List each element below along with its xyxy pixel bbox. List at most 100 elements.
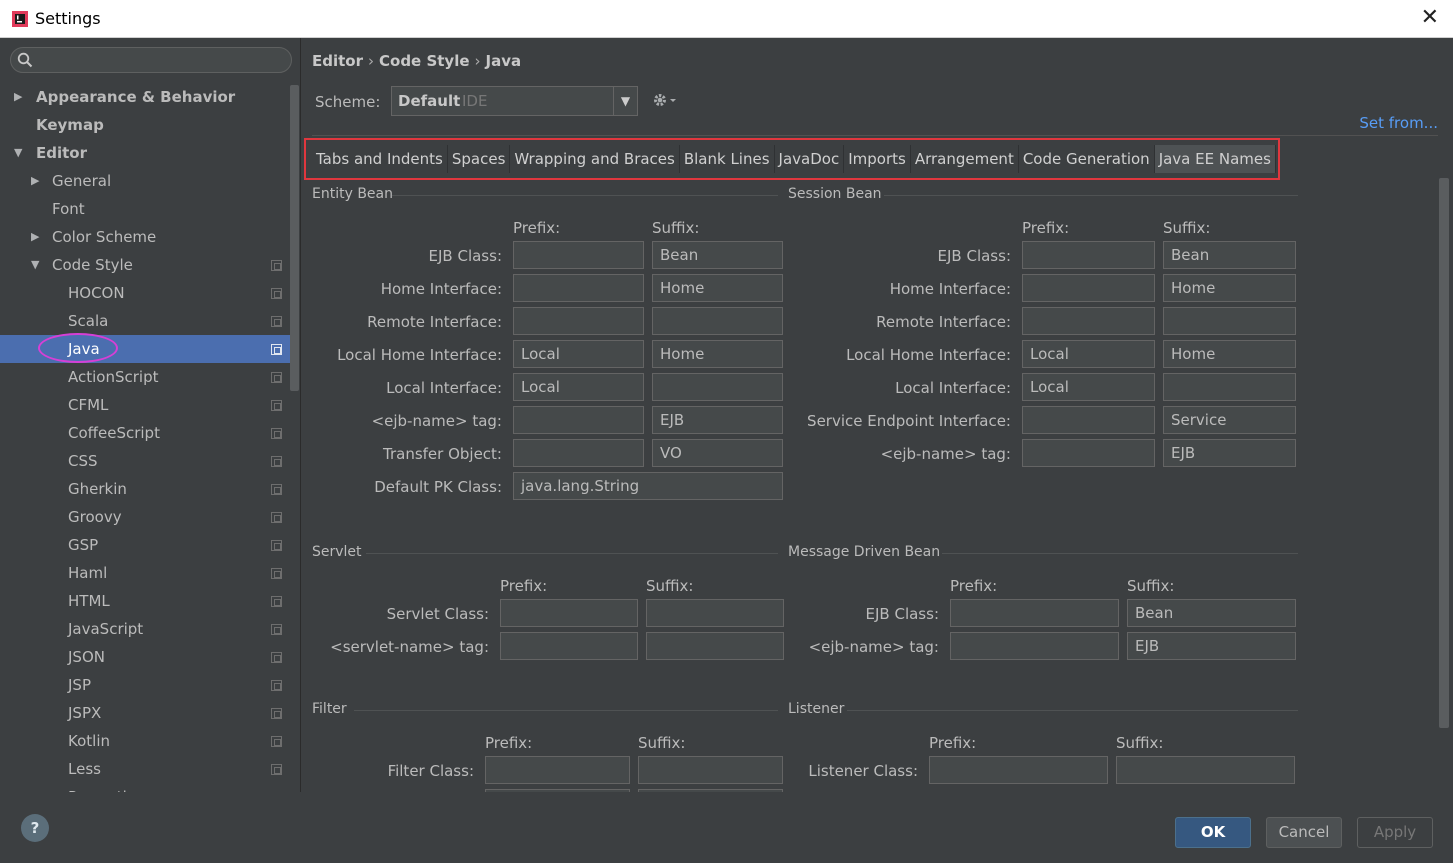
sidebar-item-label: ActionScript — [68, 368, 159, 386]
chevron-down-icon[interactable]: ▼ — [613, 87, 637, 115]
sidebar-item-actionscript[interactable]: ActionScript — [0, 363, 290, 391]
session-bean-suffix-field[interactable]: Home — [1163, 340, 1296, 368]
sidebar-item-label: JSPX — [68, 704, 102, 722]
prefix-header: Prefix: — [485, 734, 533, 752]
sidebar-item-appearance-behavior[interactable]: ▶ Appearance & Behavior — [0, 83, 290, 111]
message-driven-bean-group-title: Message Driven Bean — [788, 544, 941, 560]
prefix-header: Prefix: — [950, 577, 998, 595]
sidebar-item-properties[interactable]: Properties — [0, 783, 290, 792]
filter-group-title: Filter — [312, 701, 347, 717]
message-driven-bean-prefix-field[interactable] — [950, 632, 1119, 660]
message-driven-bean-prefix-field[interactable] — [950, 599, 1119, 627]
default-pk-class-field[interactable]: java.lang.String — [513, 472, 783, 500]
scheme-copy-icon — [271, 316, 282, 327]
session-bean-suffix-field[interactable] — [1163, 373, 1296, 401]
expanded-arrow-icon[interactable]: ▼ — [31, 251, 43, 279]
collapsed-arrow-icon[interactable]: ▶ — [31, 223, 43, 251]
scheme-copy-icon — [271, 260, 282, 271]
session-bean-suffix-field[interactable]: Home — [1163, 274, 1296, 302]
cancel-button[interactable]: Cancel — [1266, 817, 1342, 848]
sidebar-item-keymap[interactable]: Keymap — [0, 111, 290, 139]
message-driven-bean-suffix-field[interactable]: Bean — [1127, 599, 1296, 627]
sidebar-item-label: CFML — [68, 396, 109, 414]
sidebar-item-jspx[interactable]: JSPX — [0, 699, 290, 727]
session-bean-prefix-field[interactable] — [1022, 274, 1155, 302]
sidebar-item-label: General — [52, 172, 112, 190]
close-icon[interactable]: ✕ — [1421, 6, 1439, 30]
session-bean-suffix-field[interactable]: Bean — [1163, 241, 1296, 269]
breadcrumb: Editor › Code Style › Java — [312, 52, 521, 70]
session-bean-row-label: Local Interface: — [895, 379, 1011, 397]
sidebar-item-editor[interactable]: ▼ Editor — [0, 139, 290, 167]
sidebar-item-javascript[interactable]: JavaScript — [0, 615, 290, 643]
sidebar-item-gherkin[interactable]: Gherkin — [0, 475, 290, 503]
session-bean-prefix-field[interactable]: Local — [1022, 340, 1155, 368]
session-bean-prefix-field[interactable] — [1022, 307, 1155, 335]
sidebar-item-code-style[interactable]: ▼ Code Style — [0, 251, 290, 279]
session-bean-prefix-field[interactable] — [1022, 406, 1155, 434]
apply-button[interactable]: Apply — [1357, 817, 1433, 848]
scheme-copy-icon — [271, 512, 282, 523]
sidebar-item-haml[interactable]: Haml — [0, 559, 290, 587]
sidebar-item-groovy[interactable]: Groovy — [0, 503, 290, 531]
sidebar-item-font[interactable]: Font — [0, 195, 290, 223]
session-bean-prefix-field[interactable]: Local — [1022, 373, 1155, 401]
divider — [312, 135, 1438, 136]
sidebar-item-color-scheme[interactable]: ▶ Color Scheme — [0, 223, 290, 251]
search-icon — [17, 52, 33, 68]
search-input[interactable] — [10, 47, 292, 73]
intellij-app-icon — [12, 11, 28, 27]
sidebar-item-java[interactable]: Java — [0, 333, 290, 363]
scheme-copy-icon — [271, 568, 282, 579]
sidebar-item-json[interactable]: JSON — [0, 643, 290, 671]
listener-row-label: Listener Class: — [808, 762, 918, 780]
sidebar-item-gsp[interactable]: GSP — [0, 531, 290, 559]
prefix-header: Prefix: — [513, 219, 561, 237]
scheme-copy-icon — [271, 372, 282, 383]
sidebar-item-coffeescript[interactable]: CoffeeScript — [0, 419, 290, 447]
listener-suffix-field[interactable] — [1116, 756, 1295, 784]
ok-button[interactable]: OK — [1175, 817, 1251, 848]
listener-prefix-field[interactable] — [929, 756, 1108, 784]
sidebar-item-scala[interactable]: Scala — [0, 307, 290, 335]
sidebar-item-less[interactable]: Less — [0, 755, 290, 783]
help-icon[interactable]: ? — [21, 814, 49, 842]
sidebar-item-label: Kotlin — [68, 732, 110, 750]
content-scrollbar[interactable] — [1439, 178, 1449, 728]
scheme-copy-icon — [271, 344, 282, 355]
sidebar-item-label: Color Scheme — [52, 228, 157, 246]
prefix-header: Prefix: — [1022, 219, 1070, 237]
group-divider — [366, 553, 778, 554]
session-bean-prefix-field[interactable] — [1022, 439, 1155, 467]
suffix-header: Suffix: — [646, 577, 694, 595]
suffix-header: Suffix: — [652, 219, 700, 237]
sidebar-item-jsp[interactable]: JSP — [0, 671, 290, 699]
session-bean-suffix-field[interactable]: EJB — [1163, 439, 1296, 467]
session-bean-prefix-field[interactable] — [1022, 241, 1155, 269]
session-bean-suffix-field[interactable] — [1163, 307, 1296, 335]
message-driven-bean-suffix-field[interactable]: EJB — [1127, 632, 1296, 660]
session-bean-suffix-field[interactable]: Service — [1163, 406, 1296, 434]
sidebar-item-label: Gherkin — [68, 480, 127, 498]
set-from-link[interactable]: Set from... — [1359, 114, 1438, 132]
sidebar-item-hocon[interactable]: HOCON — [0, 279, 290, 307]
collapsed-arrow-icon[interactable]: ▶ — [31, 167, 43, 195]
servlet-group-title: Servlet — [312, 544, 362, 560]
scheme-dropdown[interactable]: Default IDE ▼ — [391, 86, 638, 116]
sidebar-item-html[interactable]: HTML — [0, 587, 290, 615]
collapsed-arrow-icon[interactable]: ▶ — [14, 83, 26, 111]
group-divider — [942, 553, 1298, 554]
scheme-label: Scheme: — [315, 93, 381, 111]
sidebar-item-general[interactable]: ▶ General — [0, 167, 290, 195]
scheme-copy-icon — [271, 428, 282, 439]
window-title: Settings — [35, 9, 101, 28]
sidebar-item-cfml[interactable]: CFML — [0, 391, 290, 419]
sidebar-item-label: Font — [52, 200, 85, 218]
gear-icon[interactable] — [651, 91, 677, 109]
sidebar-item-kotlin[interactable]: Kotlin — [0, 727, 290, 755]
sidebar-scrollbar[interactable] — [290, 85, 299, 391]
scheme-copy-icon — [271, 680, 282, 691]
sidebar-item-css[interactable]: CSS — [0, 447, 290, 475]
expanded-arrow-icon[interactable]: ▼ — [14, 139, 26, 167]
sidebar-item-label: Scala — [68, 312, 109, 330]
